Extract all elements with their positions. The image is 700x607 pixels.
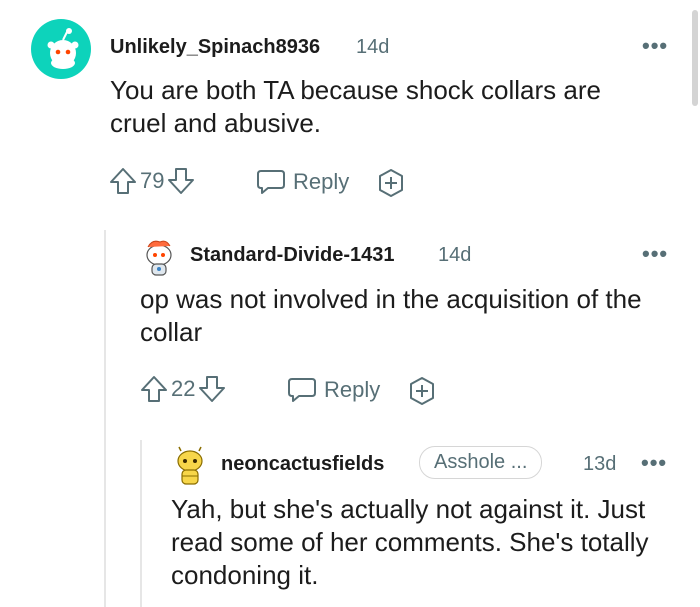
user-flair-badge: Asshole ...: [419, 446, 543, 479]
snoo-avatar-icon: [47, 28, 79, 69]
comment-age: 13d: [583, 453, 617, 475]
upvote-icon[interactable]: [139, 374, 169, 404]
comment-3: neoncactusfields Asshole ... 13d ••• Yah…: [155, 435, 700, 607]
snoo-avatar-icon: [177, 446, 203, 485]
reply-label: Reply: [293, 169, 350, 194]
award-icon[interactable]: [375, 167, 407, 199]
reply-button[interactable]: Reply: [255, 167, 349, 197]
avatar[interactable]: [171, 445, 209, 487]
snoo-avatar-icon: [146, 240, 172, 276]
thread-line[interactable]: [104, 230, 106, 607]
downvote-icon[interactable]: [166, 166, 196, 196]
comment-author[interactable]: neoncactusfields: [221, 453, 384, 476]
vote-count: 79: [140, 168, 165, 193]
comment-author[interactable]: Unlikely_Spinach8936: [110, 36, 320, 59]
comment-age: 14d: [356, 36, 390, 58]
vote-controls: 22: [139, 374, 227, 404]
downvote-icon[interactable]: [197, 374, 227, 404]
vote-count: 22: [171, 376, 196, 401]
more-options-icon[interactable]: •••: [642, 241, 668, 267]
comment-body: Yah, but she's actually not against it. …: [171, 494, 649, 590]
comment-author[interactable]: Standard-Divide-1431: [190, 244, 395, 267]
reply-label: Reply: [324, 377, 381, 402]
avatar[interactable]: [140, 237, 178, 277]
upvote-icon[interactable]: [108, 166, 138, 196]
award-icon[interactable]: [406, 375, 438, 407]
comment-body: op was not involved in the acquisition o…: [140, 284, 642, 347]
comment-age: 14d: [438, 244, 472, 266]
comment-body: You are both TA because shock collars ar…: [110, 75, 601, 138]
more-options-icon[interactable]: •••: [642, 33, 668, 59]
reply-icon: [288, 378, 316, 402]
more-options-icon[interactable]: •••: [641, 450, 667, 476]
comment-1: Unlikely_Spinach8936 14d ••• You are bot…: [0, 0, 700, 215]
avatar[interactable]: [31, 19, 91, 79]
thread-line[interactable]: [140, 440, 142, 607]
vote-controls: 79: [108, 166, 196, 196]
comment-2: Standard-Divide-1431 14d ••• op was not …: [120, 225, 700, 425]
reply-button[interactable]: Reply: [286, 375, 380, 405]
reply-icon: [257, 170, 285, 194]
